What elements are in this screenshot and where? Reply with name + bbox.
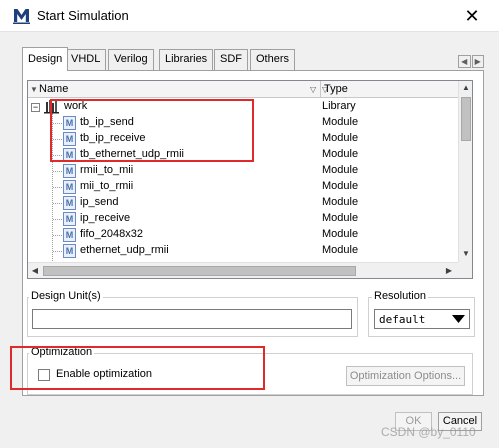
scroll-corner bbox=[458, 262, 472, 278]
tab-verilog[interactable]: Verilog bbox=[108, 49, 154, 70]
module-icon: M bbox=[63, 148, 76, 162]
module-icon: M bbox=[63, 244, 76, 258]
tab-others[interactable]: Others bbox=[250, 49, 296, 70]
title-bar: Start Simulation ✕ bbox=[0, 0, 499, 32]
tree-vertical-scrollbar[interactable]: ▲ ▼ bbox=[458, 81, 472, 262]
window-title: Start Simulation bbox=[37, 8, 129, 23]
scroll-up-icon[interactable]: ▲ bbox=[459, 81, 472, 95]
sort-triangle-icon: ▼ bbox=[30, 85, 38, 94]
tree-row-work[interactable]: − work Library bbox=[28, 99, 458, 115]
module-icon: M bbox=[63, 132, 76, 146]
tree-row-module[interactable]: M tb_ip_send Module bbox=[28, 115, 458, 131]
tab-vhdl[interactable]: VHDL bbox=[65, 49, 107, 70]
enable-optimization-checkbox[interactable] bbox=[38, 369, 50, 381]
tab-scroll-buttons: ◀ ▶ bbox=[458, 55, 484, 68]
module-icon: M bbox=[63, 116, 76, 130]
watermark: CSDN @by_0110 bbox=[381, 425, 476, 439]
tree-row-module[interactable]: M ethernet_udp_rmii Module bbox=[28, 243, 458, 259]
module-icon: M bbox=[63, 196, 76, 210]
tab-scroll-right-icon[interactable]: ▶ bbox=[471, 55, 484, 68]
tab-design[interactable]: Design bbox=[22, 47, 69, 71]
tree-row-module[interactable]: M fifo_2048x32 Module bbox=[28, 227, 458, 243]
optimization-options-button[interactable]: Optimization Options... bbox=[346, 366, 465, 386]
scroll-thumb[interactable] bbox=[43, 266, 356, 276]
close-button[interactable]: ✕ bbox=[460, 6, 484, 26]
module-icon: M bbox=[63, 164, 76, 178]
scroll-left-icon[interactable]: ◀ bbox=[28, 263, 42, 278]
module-icon: M bbox=[63, 180, 76, 194]
module-icon: M bbox=[63, 228, 76, 242]
scroll-right-icon[interactable]: ▶ bbox=[442, 263, 456, 278]
optimization-label: Optimization bbox=[29, 346, 95, 358]
tree-row-module[interactable]: M mii_to_rmii Module bbox=[28, 179, 458, 195]
column-type-header[interactable]: ▽ Type bbox=[321, 81, 458, 98]
tree-row-module[interactable]: M rmii_to_mii Module bbox=[28, 163, 458, 179]
tree-row-module[interactable]: M ip_receive Module bbox=[28, 211, 458, 227]
resolution-select[interactable]: default bbox=[374, 309, 470, 329]
close-icon: ✕ bbox=[464, 5, 480, 26]
chevron-down-icon bbox=[452, 315, 465, 323]
resolution-label: Resolution bbox=[372, 290, 428, 302]
filter-triangle-icon: ▽ bbox=[310, 85, 317, 94]
tree-horizontal-scrollbar[interactable]: ◀ ▶ bbox=[28, 262, 458, 278]
scroll-thumb[interactable] bbox=[461, 97, 471, 141]
tree-row-module[interactable]: M tb_ethernet_udp_rmii Module bbox=[28, 147, 458, 163]
design-unit-input[interactable] bbox=[32, 309, 352, 329]
tree-row-module[interactable]: M tb_ip_receive Module bbox=[28, 131, 458, 147]
tab-scroll-left-icon[interactable]: ◀ bbox=[458, 55, 471, 68]
collapse-icon[interactable]: − bbox=[31, 103, 40, 112]
tree-row-module[interactable]: M ip_send Module bbox=[28, 195, 458, 211]
library-tree[interactable]: ▼ Name ▽ ▽ Type − work Library M tb_ip_s… bbox=[27, 80, 473, 279]
library-icon bbox=[44, 100, 59, 114]
module-icon: M bbox=[63, 212, 76, 226]
tree-body: − work Library M tb_ip_send Module M tb_… bbox=[28, 99, 458, 261]
tab-sdf[interactable]: SDF bbox=[214, 49, 248, 70]
modelsim-logo-icon bbox=[13, 7, 30, 24]
scroll-down-icon[interactable]: ▼ bbox=[459, 247, 472, 261]
tab-libraries[interactable]: Libraries bbox=[159, 49, 214, 70]
column-name-header[interactable]: ▼ Name ▽ bbox=[28, 81, 321, 98]
tree-header: ▼ Name ▽ ▽ Type bbox=[28, 81, 458, 98]
enable-optimization-label: Enable optimization bbox=[56, 368, 153, 380]
design-unit-label: Design Unit(s) bbox=[29, 290, 103, 302]
